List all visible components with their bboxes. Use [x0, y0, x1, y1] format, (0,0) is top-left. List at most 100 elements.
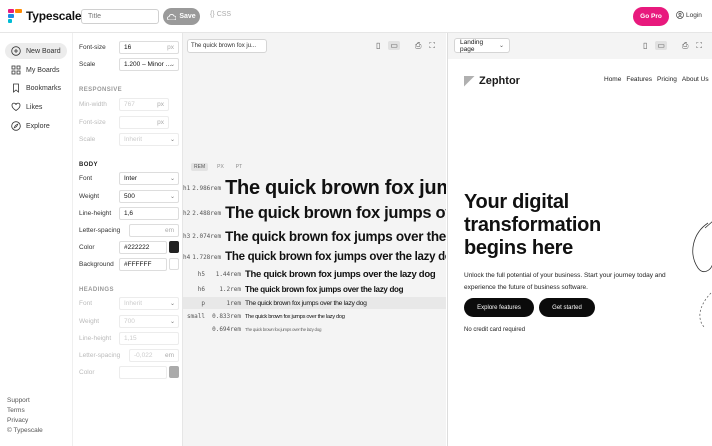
resp-font-size-row: Font-size px — [79, 115, 179, 129]
h-line-height-value: 1,15 — [124, 334, 137, 342]
brand-name: Zephtor — [479, 75, 520, 87]
footer-terms-link[interactable]: Terms — [7, 407, 25, 414]
h-color-label: Color — [79, 368, 95, 376]
scale-value: 1.728rem — [192, 253, 222, 261]
scale-tag: small — [186, 313, 205, 320]
css-label: CSS — [216, 11, 232, 18]
color-input[interactable]: #222222 — [119, 240, 167, 254]
landing-brand[interactable]: Zephtor — [464, 75, 520, 87]
tab-pt[interactable]: PT — [233, 163, 245, 171]
fullscreen-icon[interactable]: ⛶ — [429, 41, 435, 51]
scale-row-h4[interactable]: h4 1.728rem The quick brown fox jumps ov… — [183, 249, 446, 265]
tab-rem[interactable]: REM — [191, 163, 209, 171]
min-width-label: Min-width — [79, 100, 107, 108]
footer-privacy-link[interactable]: Privacy — [7, 417, 28, 424]
compass-icon — [11, 121, 21, 131]
scale-row-h5[interactable]: h5 1.44rem The quick brown fox jumps ove… — [183, 267, 446, 281]
weight-row: Weight 500 ⌄ — [79, 189, 179, 203]
resp-font-size-input[interactable]: px — [119, 115, 169, 129]
footer-support-link[interactable]: Support — [7, 397, 30, 404]
scale-value: 2.488rem — [192, 209, 222, 217]
get-started-button[interactable]: Get started — [539, 298, 595, 317]
nav-item-bookmarks[interactable]: Bookmarks — [5, 80, 67, 96]
scale-row-xsmall[interactable]: 0.694rem The quick brown fox jumps over … — [183, 324, 446, 334]
font-select[interactable]: Inter ⌄ — [119, 171, 179, 185]
landing-nav-home[interactable]: Home — [604, 76, 621, 83]
font-size-input[interactable]: 16 px — [119, 40, 179, 54]
h-line-height-input[interactable]: 1,15 — [119, 331, 179, 345]
top-bar: Typescale Save {} CSS Go Pro Login — [0, 0, 712, 33]
body-heading: BODY — [79, 162, 98, 168]
explore-features-button[interactable]: Explore features — [464, 298, 534, 317]
scale-sample: The quick brown fox jumps over the lazy … — [225, 251, 446, 263]
h-font-select[interactable]: Inherit ⌄ — [119, 296, 179, 310]
landing-nav-pricing[interactable]: Pricing — [657, 76, 677, 83]
background-swatch[interactable] — [169, 258, 179, 270]
scale-sample: The quick brown fox jumps over the lazy … — [245, 268, 436, 280]
h-line-height-label: Line-height — [79, 334, 112, 342]
landing-nav-about[interactable]: About Us — [682, 76, 709, 83]
scale-row-h3[interactable]: h3 2.074rem The quick brown fox jumps ov… — [183, 227, 446, 245]
fullscreen-icon[interactable]: ⛶ — [696, 41, 702, 51]
nav-item-new-board[interactable]: New Board — [5, 43, 67, 59]
tab-px[interactable]: PX — [214, 163, 227, 171]
scale-select[interactable]: 1.200 – Minor … ⌄ — [119, 57, 179, 71]
h-color-input[interactable] — [119, 365, 167, 379]
min-width-input[interactable]: 767 px — [119, 97, 169, 111]
title-input[interactable] — [81, 9, 159, 24]
nav-item-label: New Board — [26, 47, 61, 55]
font-label: Font — [79, 174, 93, 182]
font-row: Font Inter ⌄ — [79, 171, 179, 185]
h-weight-label: Weight — [79, 317, 100, 325]
resp-font-size-unit: px — [157, 118, 164, 126]
landing-nav-features[interactable]: Features — [626, 76, 652, 83]
scale-row-h1[interactable]: h1 2.986rem The quick brown fox jumps ov… — [183, 176, 446, 200]
h-font-value: Inherit — [124, 299, 143, 307]
bookmark-icon — [13, 83, 19, 93]
nav-item-explore[interactable]: Explore — [5, 118, 67, 134]
code-braces-icon: {} — [210, 11, 215, 18]
hero-heading: Your digital transformation begins here — [464, 191, 601, 259]
scale-row-h6[interactable]: h6 1.2rem The quick brown fox jumps over… — [183, 283, 446, 296]
mobile-icon[interactable]: ▯ — [643, 41, 647, 50]
desktop-icon[interactable]: ▭ — [388, 41, 400, 50]
background-input[interactable]: #FFFFFF — [119, 257, 167, 271]
css-button[interactable]: {} CSS — [210, 11, 231, 18]
h-color-swatch[interactable] — [169, 366, 179, 378]
no-credit-card-note: No credit card required — [464, 327, 526, 333]
scale-row-small[interactable]: small 0.833rem The quick brown fox jumps… — [183, 311, 446, 322]
chevron-down-icon: ⌄ — [169, 136, 175, 143]
weight-select[interactable]: 500 ⌄ — [119, 189, 179, 203]
scale-value: 1.2rem — [219, 286, 241, 293]
chevron-down-icon: ⌄ — [169, 193, 175, 200]
save-button[interactable]: Save — [163, 8, 200, 25]
print-icon[interactable]: ⎙ — [682, 41, 688, 51]
desktop-icon[interactable]: ▭ — [655, 41, 667, 50]
line-height-input[interactable]: 1,6 — [119, 206, 179, 220]
h-line-height-row: Line-height 1,15 — [79, 331, 179, 345]
h-weight-select[interactable]: 700 ⌄ — [119, 314, 179, 328]
resp-scale-select[interactable]: Inherit ⌄ — [119, 132, 179, 146]
logo-text: Typescale — [26, 9, 82, 23]
scale-sample: The quick brown fox jumps over the lazy … — [225, 176, 446, 199]
h-letter-spacing-value: -0,022 — [134, 351, 153, 359]
scale-row-p[interactable]: p 1rem The quick brown fox jumps over th… — [183, 297, 446, 309]
color-swatch[interactable] — [169, 241, 179, 253]
nav-item-likes[interactable]: Likes — [5, 99, 67, 115]
print-icon[interactable]: ⎙ — [415, 41, 421, 51]
chevron-down-icon: ⌄ — [498, 43, 504, 49]
login-label: Login — [686, 11, 702, 19]
mobile-icon[interactable]: ▯ — [376, 41, 380, 50]
logo[interactable]: Typescale — [8, 9, 82, 23]
go-pro-button[interactable]: Go Pro — [633, 7, 669, 26]
preview-text-input[interactable]: The quick brown fox ju... — [187, 39, 267, 53]
h-letter-spacing-input[interactable]: -0,022 em — [129, 348, 179, 362]
background-row: Background #FFFFFF — [79, 257, 179, 271]
nav-item-my-boards[interactable]: My Boards — [5, 62, 67, 78]
zephtor-logo-icon — [464, 75, 475, 87]
login-link[interactable]: Login — [676, 11, 702, 19]
letter-spacing-input[interactable]: em — [129, 223, 179, 237]
scale-row-h2[interactable]: h2 2.488rem The quick brown fox jumps ov… — [183, 203, 446, 223]
left-nav: New Board My Boards Bookmarks Likes Expl… — [0, 33, 73, 446]
template-select[interactable]: Landing page ⌄ — [454, 38, 510, 53]
